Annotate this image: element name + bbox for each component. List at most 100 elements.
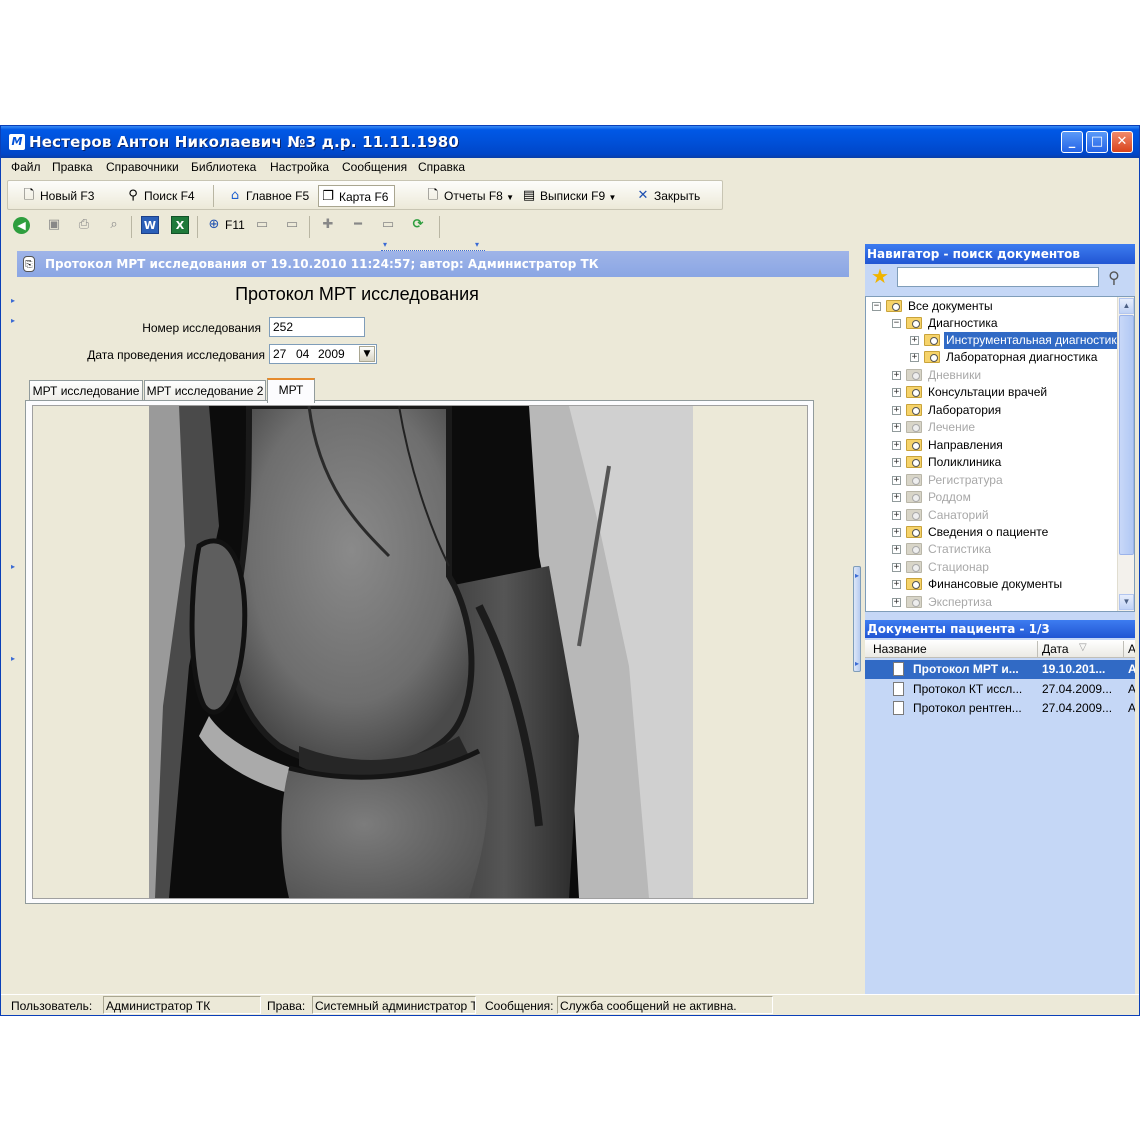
study-number-input[interactable]: 252 [269, 317, 365, 337]
minimize-button[interactable]: _ [1061, 131, 1083, 153]
document-icon [893, 662, 904, 676]
print-icon[interactable]: ⎙ [75, 216, 93, 234]
table-row[interactable]: Протокол КТ иссл... 27.04.2009... А [865, 680, 1135, 699]
column-header-author[interactable]: А [1128, 642, 1135, 656]
mri-knee-image [149, 406, 693, 898]
expand-icon[interactable]: + [892, 563, 901, 572]
folder-icon [886, 300, 902, 312]
favorites-star-icon[interactable]: ★ [871, 266, 889, 288]
word-icon[interactable]: W [141, 216, 159, 234]
cell-author: А [1128, 680, 1135, 699]
date-dropdown-icon[interactable]: ▼ [359, 346, 375, 362]
column-divider[interactable] [1037, 641, 1038, 657]
expand-icon[interactable]: + [892, 493, 901, 502]
expand-icon[interactable]: + [910, 353, 919, 362]
study-date-picker[interactable]: 27 04 2009 ▼ [269, 344, 377, 364]
status-rights-label: Права: [267, 999, 306, 1013]
cell-name: Протокол МРТ и... [913, 662, 1019, 676]
menu-edit[interactable]: Правка [52, 160, 93, 174]
tab-mri[interactable]: МРТ [267, 378, 315, 403]
splitter-arrow-icon: ▸ [11, 316, 16, 325]
date-month[interactable]: 04 [296, 347, 309, 361]
close-document-button[interactable]: ✕ Закрыть [634, 185, 701, 207]
expand-icon[interactable]: + [892, 476, 901, 485]
excel-icon[interactable]: X [171, 216, 189, 234]
attach-icon[interactable]: ⊕ [205, 216, 223, 234]
edit-icon[interactable]: ▭ [379, 216, 397, 234]
collapse-icon[interactable]: − [872, 302, 881, 311]
close-window-button[interactable]: ✕ [1111, 131, 1133, 153]
right-panel-splitter[interactable]: ▸ ▸ [853, 566, 861, 672]
reports-button[interactable]: 🗋 Отчеты F8 ▼ [424, 185, 514, 207]
table-row[interactable]: Протокол МРТ и... 19.10.201... А [865, 660, 1135, 679]
expand-icon[interactable]: + [892, 441, 901, 450]
expand-icon[interactable]: + [910, 336, 919, 345]
menu-messages[interactable]: Сообщения [342, 160, 407, 174]
toolbar-separator [131, 216, 132, 238]
scroll-up-icon[interactable]: ▲ [1119, 298, 1134, 314]
expand-icon[interactable]: + [892, 511, 901, 520]
navigator-search-input[interactable] [897, 267, 1099, 287]
status-user-value: Администратор ТК [103, 996, 261, 1014]
reports-icon: 🗋 [427, 188, 439, 203]
tab-mri-study-2[interactable]: МРТ исследование 2 [144, 380, 266, 402]
splitter-arrow-icon: ▾ [475, 240, 480, 249]
cell-author: А [1128, 699, 1135, 718]
date-day[interactable]: 27 [273, 347, 286, 361]
card-button[interactable]: ❐ Карта F6 [318, 185, 396, 207]
home-icon: ⌂ [230, 188, 240, 203]
preview-icon[interactable]: ⌕ [105, 216, 123, 234]
add-icon[interactable]: ✚ [319, 216, 337, 234]
home-button-label: Главное F5 [246, 189, 310, 203]
back-icon[interactable]: ◀ [13, 217, 30, 234]
cell-date: 27.04.2009... [1042, 682, 1113, 696]
scrollbar-thumb[interactable] [1119, 315, 1134, 555]
left-panel-splitter[interactable]: ▸ ▸ ▸ ▸ [1, 244, 15, 996]
table-row[interactable]: Протокол рентген... 27.04.2009... А [865, 699, 1135, 718]
date-year[interactable]: 2009 [318, 347, 345, 361]
menu-help[interactable]: Справка [418, 160, 465, 174]
expand-icon[interactable]: + [892, 545, 901, 554]
expand-icon[interactable]: + [892, 528, 901, 537]
expand-icon[interactable]: + [892, 423, 901, 432]
expand-icon[interactable]: + [892, 388, 901, 397]
menu-references[interactable]: Справочники [106, 160, 179, 174]
dropdown-arrow-icon: ▼ [506, 193, 515, 202]
folder-icon [906, 509, 922, 521]
folder-icon [906, 456, 922, 468]
title-bar[interactable]: М Нестеров Антон Николаевич №3 д.р. 11.1… [1, 126, 1139, 158]
search-icon[interactable]: ⚲ [1103, 267, 1125, 289]
new-button[interactable]: 🗋 Новый F3 [20, 185, 95, 207]
folder-icon[interactable]: ▭ [253, 216, 271, 234]
column-header-name[interactable]: Название [873, 642, 927, 656]
top-panel-splitter[interactable]: ▾ ▾ [381, 240, 485, 251]
status-messages-value: Служба сообщений не активна. [557, 996, 773, 1014]
home-button[interactable]: ⌂ Главное F5 [226, 185, 309, 207]
menu-settings[interactable]: Настройка [270, 160, 329, 174]
column-header-date[interactable]: Дата [1042, 642, 1069, 656]
tree-node-label: Дневники [928, 368, 982, 382]
expand-icon[interactable]: + [892, 598, 901, 607]
menu-library[interactable]: Библиотека [191, 160, 256, 174]
cell-author: А [1128, 660, 1135, 679]
menu-file[interactable]: Файл [11, 160, 41, 174]
column-divider[interactable] [1123, 641, 1124, 657]
scroll-down-icon[interactable]: ▼ [1119, 594, 1134, 610]
collapse-icon[interactable]: − [892, 319, 901, 328]
search-button[interactable]: ⚲ Поиск F4 [124, 185, 194, 207]
tree-scrollbar[interactable]: ▲ ▼ [1117, 297, 1134, 611]
refresh-icon[interactable]: ⟳ [409, 216, 427, 234]
expand-icon[interactable]: + [892, 406, 901, 415]
maximize-button[interactable]: □ [1086, 131, 1108, 153]
expand-icon[interactable]: + [892, 580, 901, 589]
tab-mri-study[interactable]: МРТ исследование [29, 380, 143, 402]
expand-icon[interactable]: + [892, 458, 901, 467]
save-icon[interactable]: ▣ [45, 216, 63, 234]
f11-label[interactable]: F11 [225, 218, 245, 232]
extracts-button-label: Выписки F9 [540, 189, 606, 203]
remove-icon[interactable]: ━ [349, 216, 367, 234]
expand-icon[interactable]: + [892, 371, 901, 380]
status-messages-label: Сообщения: [485, 999, 554, 1013]
extracts-button[interactable]: ▤ Выписки F9 ▼ [520, 185, 617, 207]
folder-up-icon[interactable]: ▭ [283, 216, 301, 234]
